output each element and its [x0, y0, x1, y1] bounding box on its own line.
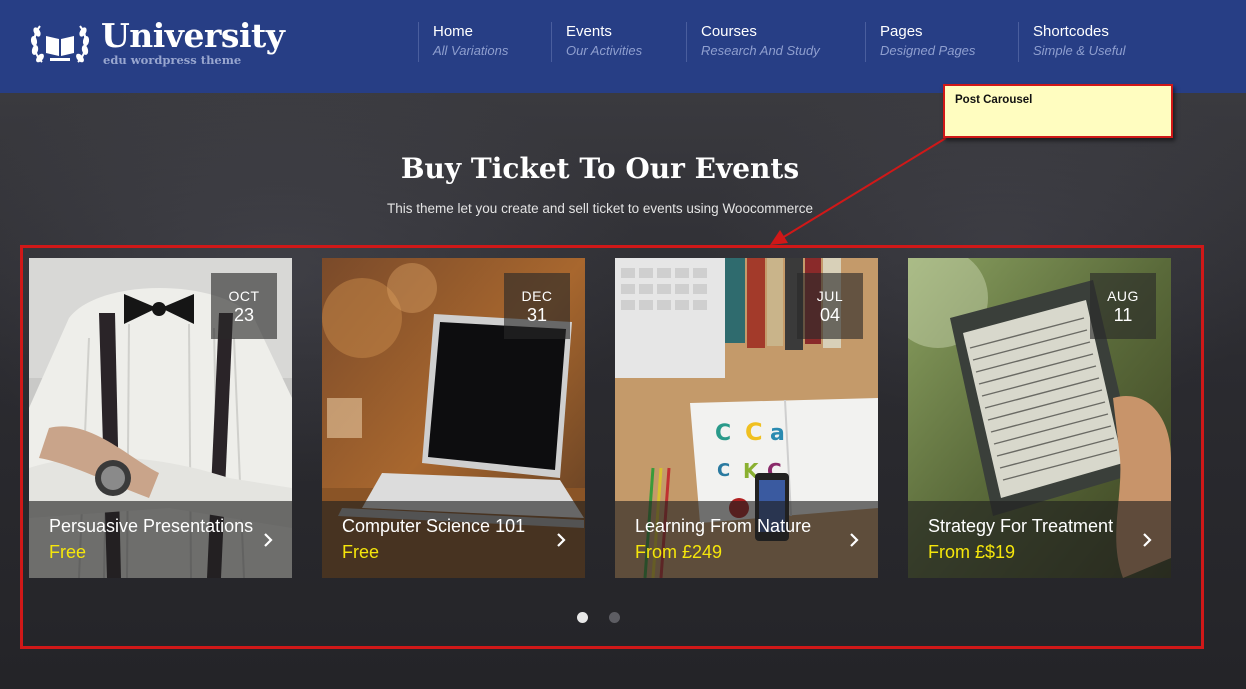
nav-item-pages[interactable]: Pages Designed Pages [865, 22, 975, 62]
site-logo[interactable]: University edu wordpress theme [28, 16, 285, 70]
annotation-label: Post Carousel [955, 94, 1033, 106]
logo-subtitle: edu wordpress theme [103, 53, 242, 67]
nav-sublabel: Simple & Useful [1033, 43, 1126, 58]
nav-sublabel: All Variations [433, 43, 509, 58]
nav-item-courses[interactable]: Courses Research And Study [686, 22, 820, 62]
nav-label: Shortcodes [1033, 23, 1109, 40]
logo-title: University [101, 16, 285, 55]
open-book-laurel-icon [30, 25, 90, 63]
annotation-note: Post Carousel [943, 84, 1173, 138]
nav-sublabel: Designed Pages [880, 43, 976, 58]
nav-label: Events [566, 23, 612, 40]
annotation-highlight-frame [20, 245, 1204, 649]
section-title: Buy Ticket To Our Events [400, 152, 800, 185]
nav-label: Courses [701, 23, 757, 40]
site-header: University edu wordpress theme Home All … [0, 0, 1246, 93]
nav-item-home[interactable]: Home All Variations [418, 22, 508, 62]
nav-sublabel: Our Activities [566, 43, 643, 58]
section-subtitle: This theme let you create and sell ticke… [387, 201, 813, 216]
nav-label: Home [433, 23, 474, 40]
nav-label: Pages [880, 23, 923, 40]
nav-item-shortcodes[interactable]: Shortcodes Simple & Useful [1018, 22, 1125, 62]
nav-sublabel: Research And Study [701, 43, 820, 58]
nav-item-events[interactable]: Events Our Activities [551, 22, 642, 62]
